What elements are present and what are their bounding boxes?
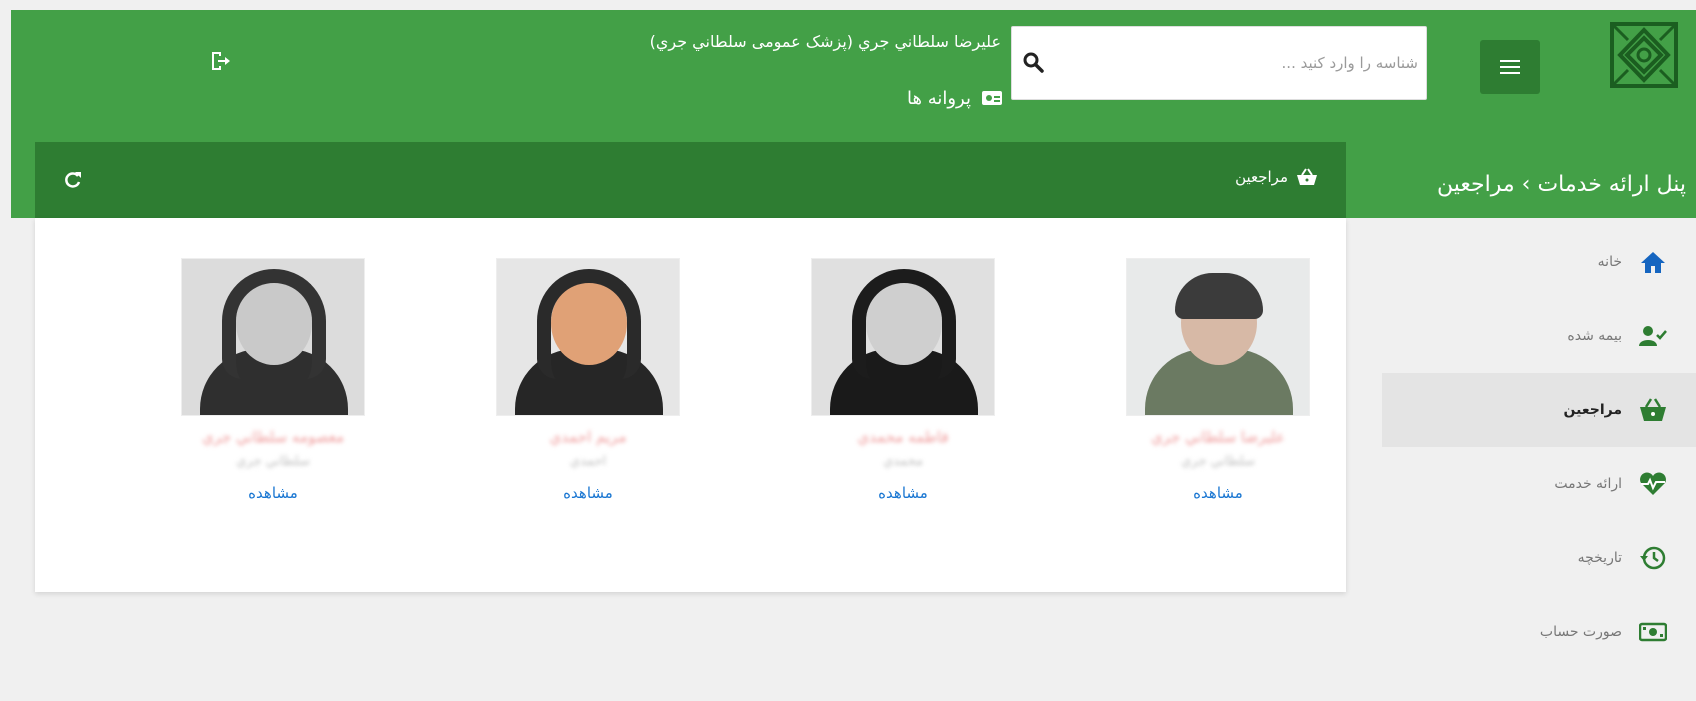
sidebar-item-label: ارائه خدمت [1554,476,1622,492]
patient-name: فاطمه محمدي [857,428,949,446]
patient-subtitle: محمدي [883,454,923,469]
patient-photo [1126,258,1310,416]
view-patient-link[interactable]: مشاهده [878,484,928,502]
breadcrumb: پنل ارائه خدمات › مراجعین [1437,172,1686,197]
search-icon[interactable] [1022,51,1046,75]
view-patient-link[interactable]: مشاهده [248,484,298,502]
sidebar-item-clients[interactable]: مراجعین [1382,373,1696,447]
panel-title-text: مراجعین [1235,168,1288,186]
patient-subtitle: سلطاني جري [236,454,310,469]
patient-photo [811,258,995,416]
patients-panel: علیرضا سلطاني جري سلطاني جري مشاهده فاطم… [35,218,1346,592]
sidebar-item-label: مراجعین [1563,402,1622,418]
sidebar-item-label: بیمه شده [1567,328,1622,344]
patient-subtitle: احمدي [569,454,607,469]
heart-pulse-icon [1638,471,1668,497]
home-icon [1638,249,1668,275]
patient-card: مریم احمدي احمدي مشاهده [488,258,688,502]
sidebar-item-bill[interactable]: صورت حساب [1382,595,1696,669]
search-box [1011,26,1427,100]
id-card-icon [982,91,1002,105]
view-patient-link[interactable]: مشاهده [563,484,613,502]
sidebar-item-label: خانه [1597,254,1622,270]
patient-name: علیرضا سلطاني جري [1151,428,1285,446]
logo-icon[interactable] [1610,22,1678,88]
patient-photo [181,258,365,416]
sidebar-item-label: تاریخچه [1577,550,1622,566]
sidebar: خانه بیمه شده مراجعین ارائه خدمت تاریخچه… [1382,225,1696,669]
patient-card: فاطمه محمدي محمدي مشاهده [803,258,1003,502]
panel-header: مراجعین [35,142,1346,218]
view-patient-link[interactable]: مشاهده [1193,484,1243,502]
patient-photo [496,258,680,416]
history-icon [1638,545,1668,571]
sidebar-item-history[interactable]: تاریخچه [1382,521,1696,595]
logout-icon[interactable] [208,49,232,73]
search-input[interactable] [1012,27,1426,99]
sidebar-item-label: صورت حساب [1539,624,1622,640]
menu-toggle-button[interactable] [1480,40,1540,94]
patient-name: معصومه سلطاني جري [201,428,345,446]
patient-card: معصومه سلطاني جري سلطاني جري مشاهده [173,258,373,502]
sidebar-item-service[interactable]: ارائه خدمت [1382,447,1696,521]
user-name-text: علیرضا سلطاني جري (پزشک عمومی سلطاني جري… [649,32,1001,51]
licenses-label: پروانه ها [907,87,971,109]
refresh-icon[interactable] [63,170,83,190]
patient-card: علیرضا سلطاني جري سلطاني جري مشاهده [1118,258,1318,502]
hamburger-icon [1500,60,1520,74]
user-check-icon [1638,323,1668,349]
patient-name: مریم احمدي [549,428,627,446]
licenses-link[interactable]: پروانه ها [771,84,1003,112]
patient-subtitle: سلطاني جري [1181,454,1255,469]
basket-icon [1638,397,1668,423]
bill-icon [1638,619,1668,645]
sidebar-item-insured[interactable]: بیمه شده [1382,299,1696,373]
sidebar-item-home[interactable]: خانه [1382,225,1696,299]
panel-title: مراجعین [1235,168,1318,186]
basket-icon [1297,168,1317,185]
